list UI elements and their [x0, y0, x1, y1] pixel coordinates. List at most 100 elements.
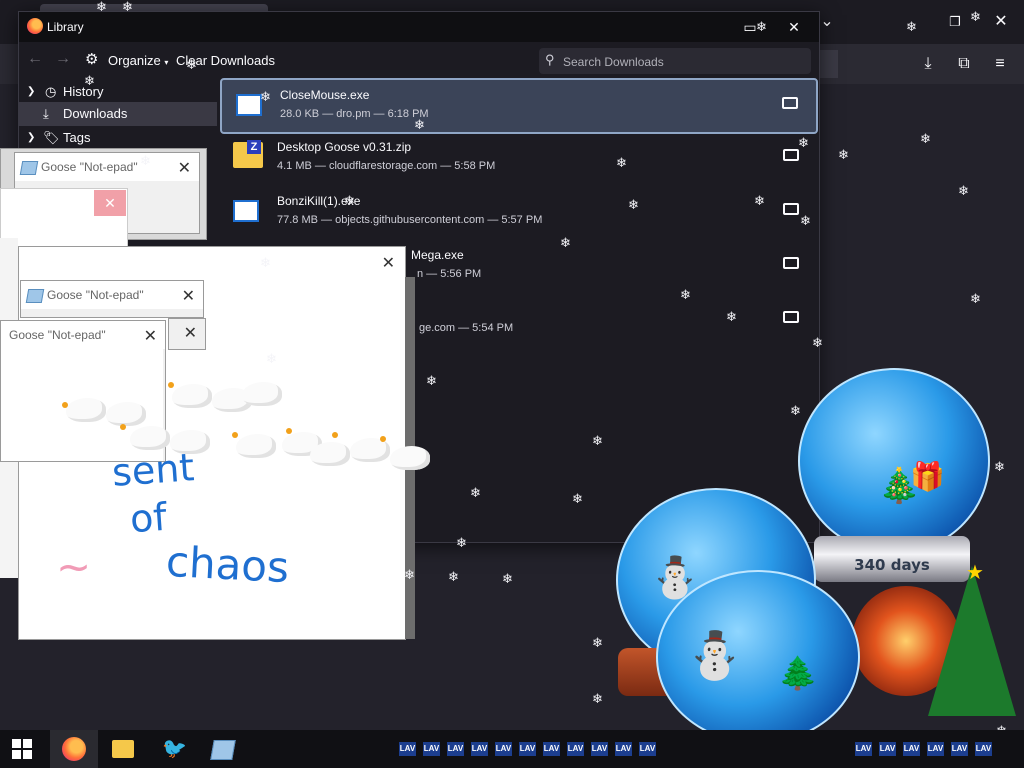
- notepad-title: Goose "Not-epad": [47, 288, 144, 302]
- folder-icon[interactable]: [783, 257, 799, 269]
- snowflake-icon: ❄: [994, 459, 1005, 474]
- lav-tray-icon[interactable]: LAV: [615, 742, 632, 756]
- search-box[interactable]: ⚲: [539, 48, 811, 76]
- lav-tray-icon[interactable]: LAV: [399, 742, 416, 756]
- lav-tray-icon[interactable]: LAV: [879, 742, 896, 756]
- lav-tray-icon[interactable]: LAV: [903, 742, 920, 756]
- lav-tray-icon[interactable]: LAV: [927, 742, 944, 756]
- executable-icon: [233, 200, 259, 222]
- download-row[interactable]: CloseMouse.exe 28.0 KB — dro.pm — 6:18 P…: [220, 78, 818, 134]
- drawing-squiggle: ~: [56, 542, 92, 591]
- goose-icon: [242, 382, 282, 406]
- close-icon[interactable]: ✕: [184, 323, 197, 343]
- sidebar-item-tags[interactable]: ❯ 🏷 Tags: [19, 126, 217, 150]
- library-title: Library: [47, 20, 84, 34]
- goose-beak-icon: [380, 436, 386, 442]
- notepad-icon[interactable]: [210, 740, 236, 760]
- lav-tray-icon[interactable]: LAV: [951, 742, 968, 756]
- lav-tray-icon[interactable]: LAV: [543, 742, 560, 756]
- snowflake-icon: ❄: [970, 291, 981, 306]
- snowflake-icon: ❄: [404, 567, 415, 582]
- notepad-icon: [19, 161, 39, 175]
- file-explorer-icon[interactable]: [112, 740, 134, 758]
- lav-tray-icon[interactable]: LAV: [975, 742, 992, 756]
- goose-beak-icon: [62, 402, 68, 408]
- close-icon[interactable]: ✕: [781, 16, 807, 38]
- snowflake-icon: ❄: [260, 89, 271, 104]
- notepad-window[interactable]: Goose "Not-epad" ✕: [20, 280, 204, 318]
- windows-start-icon[interactable]: [12, 739, 32, 759]
- snowflake-icon: ❄: [84, 73, 95, 88]
- folder-icon[interactable]: [783, 203, 799, 215]
- notepad-titlebar[interactable]: Goose "Not-epad": [21, 281, 203, 309]
- christmas-tree-icon: [928, 566, 1016, 716]
- close-icon[interactable]: ✕: [182, 286, 195, 306]
- forward-icon[interactable]: →: [55, 50, 71, 68]
- lav-tray-icon[interactable]: LAV: [639, 742, 656, 756]
- url-bar-edge[interactable]: [820, 50, 838, 78]
- goose-beak-icon: [120, 424, 126, 430]
- lav-tray-icon[interactable]: LAV: [855, 742, 872, 756]
- snowflake-icon: ❄: [970, 9, 981, 24]
- goose-icon: [130, 426, 170, 450]
- notepad-titlebar[interactable]: Goose "Not-epad": [15, 153, 199, 181]
- folder-icon[interactable]: [783, 149, 799, 161]
- lav-tray-icon[interactable]: LAV: [447, 742, 464, 756]
- folder-icon[interactable]: [782, 97, 798, 109]
- download-meta: 4.1 MB — cloudflarestorage.com — 5:58 PM: [277, 160, 496, 172]
- lav-tray-icon[interactable]: LAV: [495, 742, 512, 756]
- goose-beak-icon: [286, 428, 292, 434]
- lav-tray-icon[interactable]: LAV: [471, 742, 488, 756]
- lav-tray-icon[interactable]: LAV: [519, 742, 536, 756]
- goose-flock: [60, 376, 440, 486]
- close-icon[interactable]: ✕: [989, 10, 1013, 34]
- gift-icon: 🎁: [910, 461, 945, 492]
- restore-icon[interactable]: ❐: [943, 10, 967, 34]
- snowflake-icon: ❄: [616, 155, 627, 170]
- snowflake-icon: ❄: [96, 0, 107, 14]
- download-meta: 28.0 KB — dro.pm — 6:18 PM: [280, 108, 429, 120]
- close-icon[interactable]: ✕: [382, 253, 395, 273]
- snowflake-icon: ❄: [426, 373, 437, 388]
- notepad-title: Goose "Not-epad": [9, 328, 106, 342]
- taskbar: 🐦 LAV LAV LAV LAV LAV LAV LAV LAV LAV LA…: [0, 730, 1024, 768]
- extensions-icon[interactable]: ⧉: [952, 52, 976, 76]
- search-icon: ⚲: [545, 52, 555, 67]
- taskbar-firefox-button[interactable]: [50, 730, 98, 768]
- goose-icon: [170, 430, 210, 454]
- sidebar-item-history[interactable]: ❯ ◷ History: [19, 80, 217, 104]
- sidebar-item-downloads[interactable]: ⤓ Downloads: [19, 102, 217, 126]
- download-icon: ⤓: [43, 106, 49, 121]
- snowflake-icon: ❄: [790, 403, 801, 418]
- download-name: CloseMouse.exe: [280, 88, 370, 102]
- back-icon[interactable]: ←: [27, 50, 43, 68]
- snowman-icon: ⛄: [686, 629, 744, 681]
- cluster-app-icon[interactable]: 🐦: [162, 737, 187, 761]
- gear-icon[interactable]: ⚙: [85, 50, 98, 68]
- snowflake-icon: ❄: [502, 571, 513, 586]
- close-icon[interactable]: ✕: [144, 326, 157, 346]
- lav-tray-icon[interactable]: LAV: [591, 742, 608, 756]
- notepad-titlebar[interactable]: Goose "Not-epad": [1, 321, 165, 349]
- snowflake-icon: ❄: [838, 147, 849, 162]
- download-meta: 77.8 MB — objects.githubusercontent.com …: [277, 214, 543, 226]
- snowflake-icon: ❄: [906, 19, 917, 34]
- goose-icon: [236, 434, 276, 458]
- lav-tray-icon[interactable]: LAV: [423, 742, 440, 756]
- download-row[interactable]: Z Desktop Goose v0.31.zip 4.1 MB — cloud…: [219, 132, 817, 184]
- close-icon[interactable]: ✕: [94, 190, 126, 216]
- search-input[interactable]: [561, 48, 805, 76]
- menu-icon[interactable]: ≡: [988, 52, 1012, 76]
- download-row[interactable]: BonziKill(1).exe 77.8 MB — objects.githu…: [219, 186, 817, 238]
- folder-icon[interactable]: [783, 311, 799, 323]
- snowflake-icon: ❄: [560, 235, 571, 250]
- snowflake-icon: ❄: [186, 57, 197, 72]
- lav-tray-icon[interactable]: LAV: [567, 742, 584, 756]
- snowflake-icon: ❄: [122, 0, 133, 14]
- snowflake-icon: ❄: [756, 19, 767, 34]
- snowflake-icon: ❄: [680, 287, 691, 302]
- snowflake-icon: ❄: [958, 183, 969, 198]
- download-icon[interactable]: ⤓: [916, 52, 940, 76]
- close-icon[interactable]: ✕: [178, 158, 191, 178]
- organize-button[interactable]: Organize ▾: [108, 53, 168, 68]
